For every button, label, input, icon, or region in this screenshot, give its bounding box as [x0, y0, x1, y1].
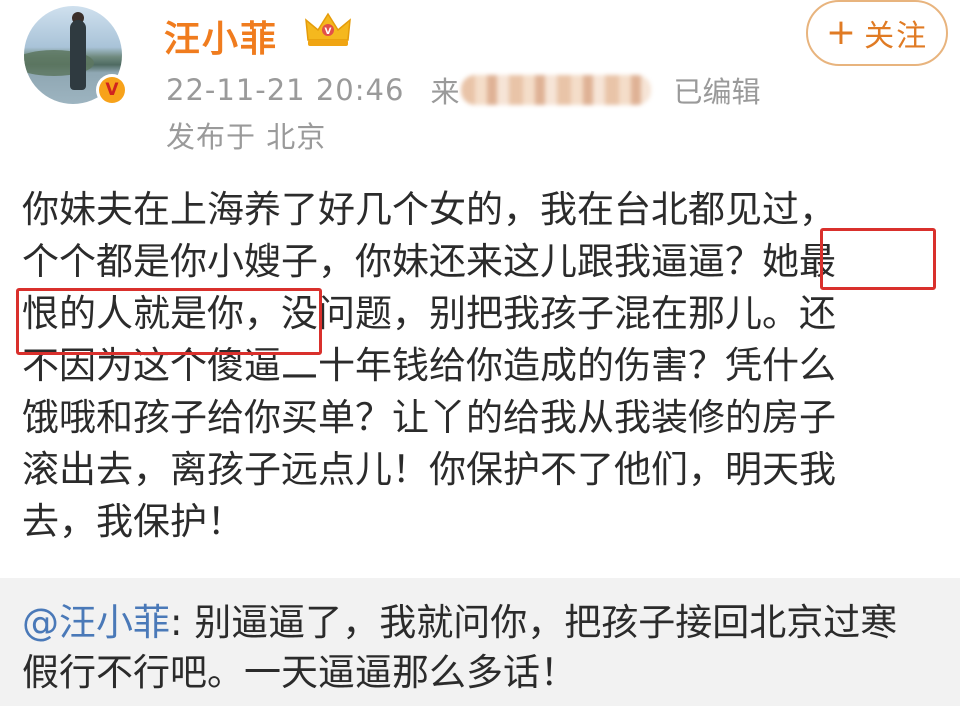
body-line: 滚出去，离孩子远点儿！你保护不了他们，明天我 — [22, 448, 836, 491]
v-badge-icon: V — [96, 74, 128, 106]
repost-line-rest: : 别逼逼了，我就问你，把孩子接回北京过寒 — [170, 601, 898, 644]
v-badge-mark: V — [99, 77, 125, 103]
body-line: 你妹夫在上海养了好几个女的，我在台北都见过， — [22, 188, 836, 231]
body-line: 饿哦和孩子给你买单？让丫的给我从我装修的房子 — [22, 396, 836, 439]
post-timestamp[interactable]: 22-11-21 20:46 — [166, 73, 404, 107]
highlight-box — [820, 228, 936, 290]
edited-label[interactable]: 已编辑 — [673, 69, 760, 111]
repost-line: 假行不行吧。一天逼逼那么多话！ — [22, 651, 577, 694]
repost-text: @汪小菲: 别逼逼了，我就问你，把孩子接回北京过寒 假行不行吧。一天逼逼那么多话… — [22, 598, 897, 698]
source-redacted — [461, 75, 652, 105]
post-location: 发布于 北京 — [166, 120, 327, 154]
svg-text:V: V — [325, 27, 332, 37]
highlight-box — [16, 288, 322, 355]
body-line: 个个都是你小嫂子，你妹还来这儿跟我逼逼？她最 — [22, 240, 836, 283]
follow-button[interactable]: + 关注 — [806, 0, 948, 66]
quoted-repost[interactable]: @汪小菲: 别逼逼了，我就问你，把孩子接回北京过寒 假行不行吧。一天逼逼那么多话… — [0, 578, 960, 706]
avatar-figure — [70, 20, 86, 90]
crown-icon: V — [305, 12, 351, 46]
post-meta: 22-11-21 20:46 来 已编辑 — [166, 70, 760, 110]
author-name[interactable]: 汪小菲 — [164, 10, 278, 62]
body-line: 去，我保护！ — [22, 500, 244, 543]
repost-line: @汪小菲: 别逼逼了，我就问你，把孩子接回北京过寒 — [22, 598, 897, 648]
source-prefix: 来 — [430, 75, 460, 109]
post-body: 你妹夫在上海养了好几个女的，我在台北都见过， 个个都是你小嫂子，你妹还来这儿跟我… — [22, 184, 836, 548]
mention-link[interactable]: @汪小菲 — [22, 601, 170, 644]
plus-icon: + — [825, 12, 859, 53]
follow-label: 关注 — [864, 19, 929, 54]
